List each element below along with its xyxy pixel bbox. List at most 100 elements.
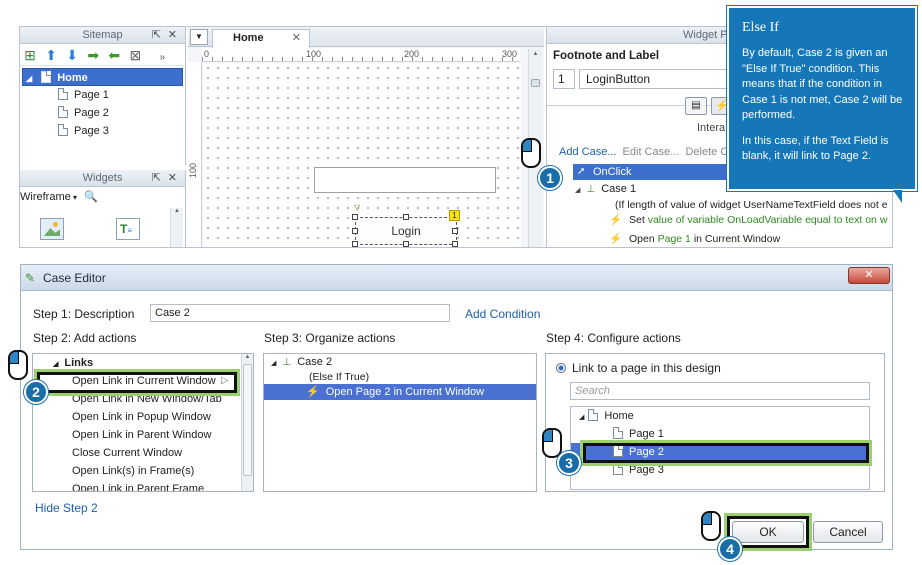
page-icon: [58, 106, 68, 118]
footnote-field[interactable]: 1: [553, 69, 575, 89]
page-tree-page-1[interactable]: Page 1: [571, 425, 869, 443]
case-1-row[interactable]: ◢ ⊥ Case 1: [575, 183, 636, 195]
tree-item-page-2[interactable]: Page 2: [22, 104, 183, 122]
resize-handle[interactable]: [452, 241, 458, 247]
resize-handle[interactable]: [452, 228, 458, 234]
image-widget[interactable]: [40, 218, 64, 240]
username-text-field[interactable]: [314, 167, 496, 193]
tree-item-home[interactable]: ◢ Home: [22, 68, 183, 86]
actions-scrollbar[interactable]: ▲: [241, 354, 253, 491]
case-editor-icon: ✎: [25, 271, 36, 285]
search-icon[interactable]: 🔍: [84, 191, 98, 203]
canvas-area: ▼ Home ✕ 0 100 200 300 100 ▲ Login ▽ 1: [188, 27, 544, 247]
callout-title: Else If: [742, 20, 779, 35]
action-item[interactable]: Open Link(s) in Frame(s): [33, 462, 253, 480]
overflow-icon[interactable]: »: [154, 50, 170, 66]
step2-label: Step 2: Add actions: [33, 331, 137, 345]
collapse-icon[interactable]: ◢: [271, 360, 276, 367]
page-icon: [613, 463, 623, 475]
move-down-icon[interactable]: ⬇: [64, 47, 80, 63]
action-item[interactable]: Close Current Window: [33, 444, 253, 462]
collapse-icon[interactable]: ◢: [26, 74, 32, 83]
configure-actions-panel: Link to a page in this design Search ◢ Ho…: [545, 353, 885, 492]
lightning-icon: ⚡: [306, 386, 320, 398]
case-2-row[interactable]: ◢ ⊥ Case 2: [264, 354, 536, 370]
step4-label: Step 4: Configure actions: [546, 331, 681, 345]
cancel-button[interactable]: Cancel: [813, 521, 883, 543]
organize-action-selected[interactable]: ⚡ Open Page 2 in Current Window: [264, 384, 536, 400]
resize-handle[interactable]: [403, 214, 409, 220]
scrollbar[interactable]: ▲: [170, 208, 183, 247]
footnote-badge[interactable]: 1: [449, 210, 460, 221]
tree-item-page-1[interactable]: Page 1: [22, 86, 183, 104]
step-badge-2: 2: [24, 380, 48, 404]
description-input[interactable]: Case 2: [150, 304, 450, 322]
collapse-icon[interactable]: ◢: [579, 414, 584, 421]
tab-home[interactable]: Home ✕: [212, 29, 310, 48]
widget-library-select[interactable]: Wireframe ▾ 🔍: [20, 187, 185, 207]
lightning-icon: ⚡: [609, 214, 623, 226]
resize-handle[interactable]: [352, 214, 358, 220]
page-tree-home[interactable]: ◢ Home: [571, 407, 869, 425]
collapse-icon[interactable]: ◢: [53, 361, 58, 368]
add-condition-link[interactable]: Add Condition: [465, 307, 540, 321]
resize-handle[interactable]: [403, 241, 409, 247]
lightning-icon: ⚡: [609, 233, 623, 245]
tab-menu-button[interactable]: ▼: [190, 29, 208, 45]
tree-item-page-3[interactable]: Page 3: [22, 122, 183, 140]
set-action-row[interactable]: ⚡ Set value of variable OnLoadVariable e…: [609, 213, 887, 226]
close-icon[interactable]: ✕: [168, 170, 177, 187]
step-badge-1: 1: [538, 166, 562, 190]
hide-step-link[interactable]: Hide Step 2: [35, 501, 98, 515]
sitemap-panel: Sitemap ⇱ ✕ ⊞ ⬆ ⬇ ➡ ⬅ ⊠ » ◢ Home Page 1 …: [20, 27, 186, 165]
close-icon[interactable]: ✕: [168, 27, 177, 44]
organize-actions-panel: ◢ ⊥ Case 2 (Else If True) ⚡ Open Page 2 i…: [263, 353, 537, 492]
case-icon: ⊥: [586, 184, 596, 195]
radio-icon: [556, 363, 566, 373]
collapse-icon[interactable]: ◢: [575, 187, 580, 194]
page-tree-page-3[interactable]: Page 3: [571, 461, 869, 479]
add-page-icon[interactable]: ⊞: [22, 47, 38, 63]
widget-properties-title: Widget P: [683, 29, 728, 41]
outdent-icon[interactable]: ⬅: [106, 47, 122, 63]
close-button[interactable]: ✕: [848, 267, 890, 284]
callout-paragraph: By default, Case 2 is given an "Else If …: [742, 47, 903, 121]
link-radio[interactable]: Link to a page in this design: [546, 358, 884, 378]
canvas-tab-strip: ▼ Home ✕: [188, 27, 544, 48]
resize-handle[interactable]: [352, 241, 358, 247]
step-badge-4: 4: [718, 537, 742, 561]
indent-icon[interactable]: ➡: [85, 47, 101, 63]
properties-tab-button[interactable]: ▤: [685, 97, 707, 115]
cursor-icon: ➚: [577, 166, 586, 177]
pin-icon[interactable]: ⇱: [152, 170, 161, 187]
vertical-ruler: 100: [188, 62, 202, 247]
page-icon: [613, 427, 623, 439]
mouse-click-icon: [521, 138, 541, 168]
case-1-condition: (If length of value of widget UserNameTe…: [615, 199, 888, 211]
rotation-handle-icon[interactable]: ▽: [354, 203, 360, 212]
resize-handle[interactable]: [352, 228, 358, 234]
page-icon: [41, 71, 52, 83]
case-actions: Add Case... Edit Case... Delete Ca: [559, 146, 734, 158]
open-action-row[interactable]: ⚡ Open Page 1 in Current Window: [609, 232, 780, 245]
delete-page-icon[interactable]: ⊠: [127, 47, 143, 63]
page-icon: [588, 409, 599, 421]
label-field[interactable]: LoginButton: [579, 69, 739, 89]
page-search-input[interactable]: Search: [570, 382, 870, 400]
sitemap-tree: ◢ Home Page 1 Page 2 Page 3: [20, 66, 185, 140]
dialog-title-bar: ✎ Case Editor ✕: [21, 265, 892, 291]
callout-pointer: [893, 190, 902, 203]
close-icon[interactable]: ✕: [292, 30, 301, 46]
add-case-link[interactable]: Add Case...: [559, 146, 616, 158]
action-item[interactable]: Open Link in Parent Frame: [33, 480, 253, 491]
move-up-icon[interactable]: ⬆: [43, 47, 59, 63]
edit-case-link[interactable]: Edit Case...: [623, 146, 680, 158]
step-badge-3: 3: [557, 451, 581, 475]
pin-icon[interactable]: ⇱: [152, 27, 161, 44]
mouse-click-icon: [542, 428, 562, 458]
text-panel-widget[interactable]: T≡: [116, 218, 140, 240]
sitemap-title: Sitemap: [82, 29, 123, 41]
action-item[interactable]: Open Link in Parent Window: [33, 426, 253, 444]
action-item[interactable]: Open Link in Popup Window: [33, 408, 253, 426]
links-group-header[interactable]: ◢ Links: [33, 354, 253, 372]
